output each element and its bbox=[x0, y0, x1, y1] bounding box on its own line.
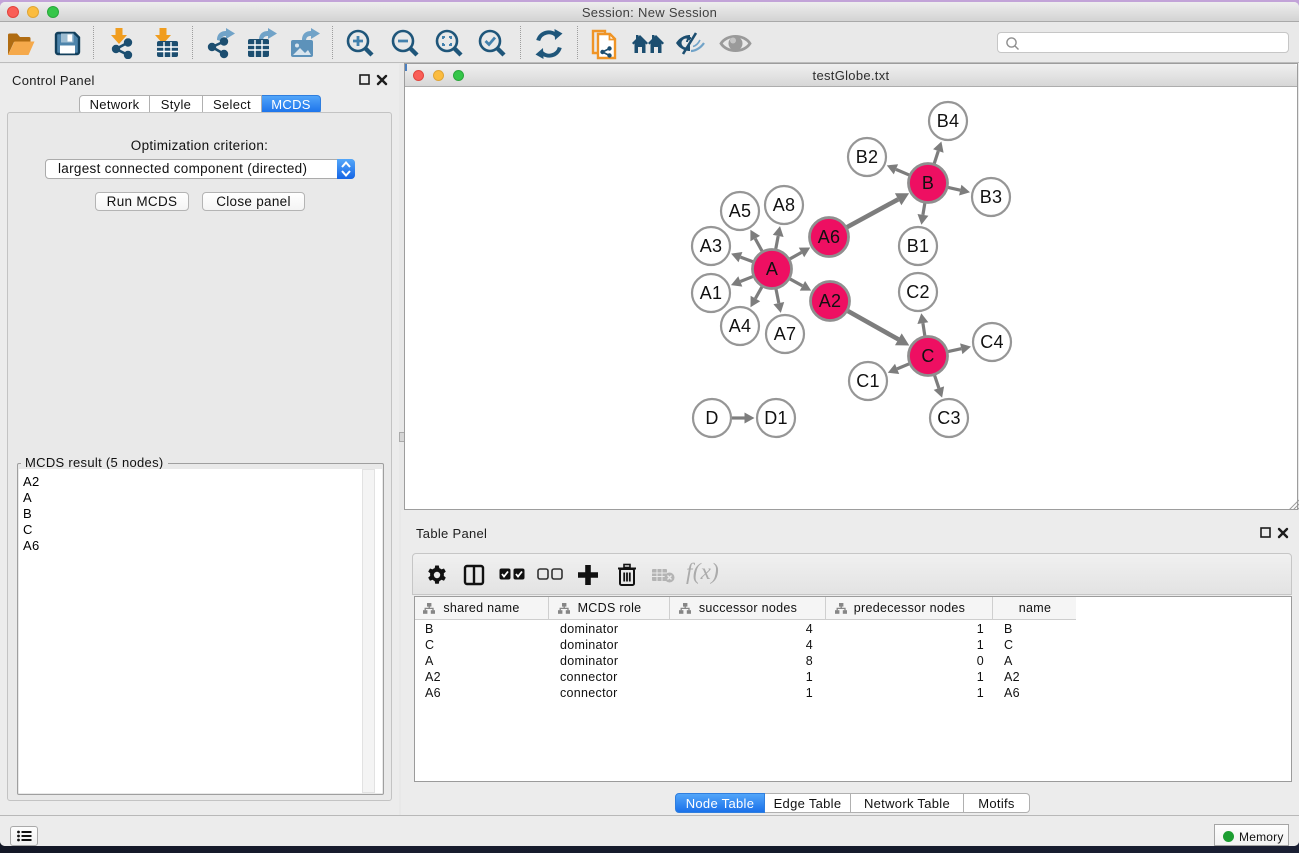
svg-text:A5: A5 bbox=[729, 201, 752, 221]
svg-text:A8: A8 bbox=[773, 195, 796, 215]
svg-text:C1: C1 bbox=[856, 371, 880, 391]
svg-text:D1: D1 bbox=[764, 408, 788, 428]
svg-text:B: B bbox=[922, 173, 934, 193]
svg-text:C4: C4 bbox=[980, 332, 1004, 352]
svg-text:A3: A3 bbox=[700, 236, 723, 256]
svg-text:B4: B4 bbox=[937, 111, 960, 131]
svg-text:A2: A2 bbox=[819, 291, 842, 311]
svg-text:D: D bbox=[705, 408, 718, 428]
svg-text:A6: A6 bbox=[818, 227, 841, 247]
svg-text:B2: B2 bbox=[856, 147, 879, 167]
svg-text:B3: B3 bbox=[980, 187, 1003, 207]
svg-text:C: C bbox=[921, 346, 934, 366]
svg-text:C3: C3 bbox=[937, 408, 961, 428]
svg-text:A4: A4 bbox=[729, 316, 752, 336]
svg-text:A7: A7 bbox=[774, 324, 797, 344]
svg-text:A: A bbox=[766, 259, 778, 279]
svg-text:C2: C2 bbox=[906, 282, 930, 302]
svg-text:B1: B1 bbox=[907, 236, 930, 256]
svg-text:A1: A1 bbox=[700, 283, 723, 303]
